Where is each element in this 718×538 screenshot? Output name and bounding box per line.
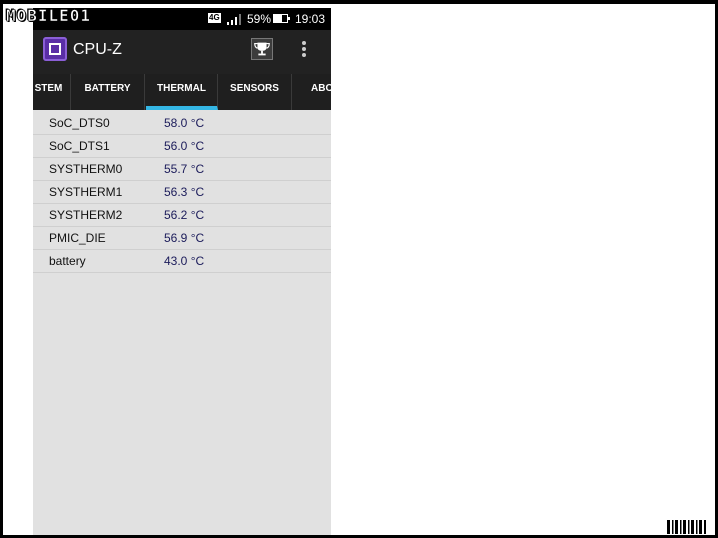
thermal-row-systherm0: SYSTHERM0 55.7 °C <box>33 158 331 181</box>
screenshot-frame: MOBILE01 4G 59% 19:03 CPU-Z STEM BATTERY… <box>0 0 718 538</box>
sensor-temperature: 58.0 °C <box>164 116 205 130</box>
phone-screen: 4G 59% 19:03 CPU-Z STEM BATTERY THERMAL … <box>33 8 331 535</box>
status-clock: 19:03 <box>295 12 326 26</box>
watermark-logo: MOBILE01 <box>6 6 92 26</box>
thermal-list: SoC_DTS0 58.0 °C SoC_DTS1 56.0 °C SYSTHE… <box>33 112 331 273</box>
sensor-temperature: 56.9 °C <box>164 231 205 245</box>
sensor-name: SYSTHERM2 <box>49 208 123 222</box>
sensor-name: SoC_DTS1 <box>49 139 110 153</box>
trophy-icon[interactable] <box>251 38 273 60</box>
sensor-temperature: 56.3 °C <box>164 185 205 199</box>
sensor-temperature: 43.0 °C <box>164 254 205 268</box>
sensor-name: SYSTHERM1 <box>49 185 123 199</box>
sensor-name: battery <box>49 254 86 268</box>
sensor-name: SoC_DTS0 <box>49 116 110 130</box>
thermal-row-pmic-die: PMIC_DIE 56.9 °C <box>33 227 331 250</box>
tab-battery[interactable]: BATTERY <box>71 74 145 110</box>
overflow-menu-icon[interactable] <box>301 40 307 58</box>
thermal-row-systherm2: SYSTHERM2 56.2 °C <box>33 204 331 227</box>
sensor-temperature: 56.0 °C <box>164 139 205 153</box>
tab-system[interactable]: STEM <box>33 74 71 110</box>
battery-percentage: 59% <box>247 12 272 26</box>
cpu-chip-icon <box>43 37 67 61</box>
sensor-temperature: 56.2 °C <box>164 208 205 222</box>
tab-thermal[interactable]: THERMAL <box>146 74 218 110</box>
sensor-name: SYSTHERM0 <box>49 162 123 176</box>
sensor-temperature: 55.7 °C <box>164 162 205 176</box>
sensor-name: PMIC_DIE <box>49 231 106 245</box>
battery-icon <box>273 14 290 23</box>
barcode-graphic <box>667 520 706 534</box>
tab-about[interactable]: ABO <box>292 74 331 110</box>
network-type-badge: 4G <box>208 13 221 23</box>
tab-bar: STEM BATTERY THERMAL SENSORS ABO <box>33 74 331 110</box>
thermal-row-systherm1: SYSTHERM1 56.3 °C <box>33 181 331 204</box>
thermal-row-battery: battery 43.0 °C <box>33 250 331 273</box>
signal-strength-icon <box>227 14 241 25</box>
thermal-row-soc-dts0: SoC_DTS0 58.0 °C <box>33 112 331 135</box>
app-bar: CPU-Z <box>33 30 331 74</box>
app-title: CPU-Z <box>73 41 122 58</box>
tab-sensors[interactable]: SENSORS <box>218 74 292 110</box>
thermal-row-soc-dts1: SoC_DTS1 56.0 °C <box>33 135 331 158</box>
